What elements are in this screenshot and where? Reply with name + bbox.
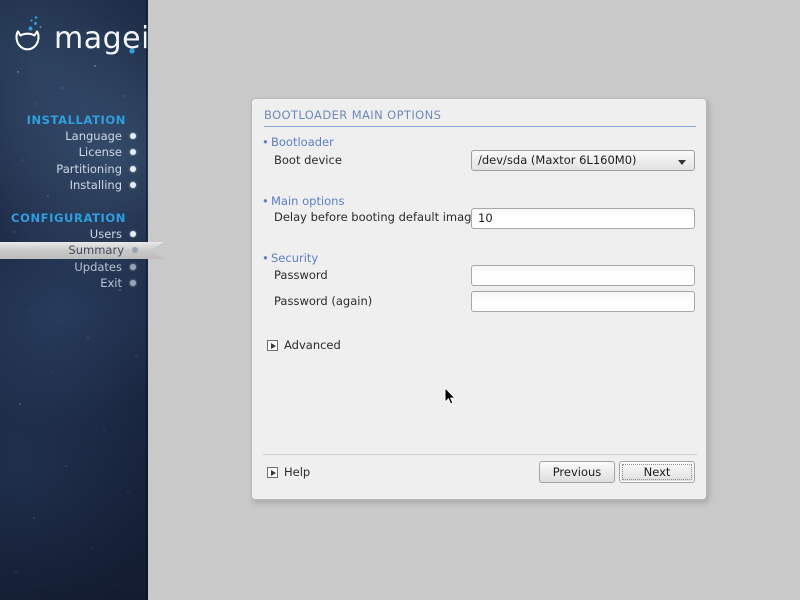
- bullet-icon: •: [262, 135, 269, 149]
- bullet-dot-icon: [132, 247, 138, 253]
- boot-device-label: Boot device: [274, 153, 342, 167]
- sidebar-item-label: Summary: [68, 243, 124, 257]
- sidebar-item-label: Updates: [74, 260, 122, 274]
- bullet-dot-icon: [130, 133, 136, 139]
- mageia-cauldron-icon: [15, 16, 42, 51]
- starfield-decoration: [13, 29, 141, 585]
- sidebar-item-updates[interactable]: Updates: [0, 259, 148, 275]
- sidebar-item-partitioning[interactable]: Partitioning: [0, 161, 148, 177]
- installer-screen: mageia INSTALLATION Language License Par…: [0, 0, 800, 600]
- bullet-icon: •: [262, 251, 269, 265]
- boot-device-value: /dev/sda (Maxtor 6L160M0): [478, 153, 637, 167]
- bullet-dot-icon: [130, 280, 136, 286]
- sidebar: mageia INSTALLATION Language License Par…: [0, 0, 148, 600]
- previous-button[interactable]: Previous: [539, 461, 615, 483]
- sidebar-item-installing[interactable]: Installing: [0, 177, 148, 193]
- sidebar-item-summary[interactable]: Summary: [0, 242, 164, 259]
- advanced-toggle-label[interactable]: Advanced: [284, 338, 341, 352]
- boot-delay-value: 10: [478, 211, 493, 225]
- logo-accent-dot-icon: [129, 48, 135, 54]
- previous-button-label: Previous: [552, 465, 602, 479]
- sidebar-item-label: Exit: [100, 276, 122, 290]
- page-title: BOOTLOADER MAIN OPTIONS: [264, 108, 442, 122]
- bullet-dot-icon: [130, 231, 136, 237]
- password-again-input[interactable]: [471, 291, 695, 312]
- sidebar-item-users[interactable]: Users: [0, 226, 148, 242]
- sidebar-edge-divider: [146, 0, 148, 600]
- sidebar-heading-configuration: CONFIGURATION: [11, 211, 126, 225]
- sidebar-item-language[interactable]: Language: [0, 128, 148, 144]
- group-heading-label: Security: [271, 251, 319, 265]
- password-label: Password: [274, 268, 328, 282]
- sidebar-item-label: License: [78, 145, 122, 159]
- sidebar-item-label: Partitioning: [56, 162, 122, 176]
- group-heading-bootloader: • Bootloader: [262, 135, 334, 149]
- help-button[interactable]: Help: [284, 465, 310, 479]
- sidebar-item-label: Users: [89, 227, 122, 241]
- mageia-logo: mageia: [12, 13, 148, 63]
- sidebar-heading-installation: INSTALLATION: [26, 113, 126, 127]
- sidebar-item-label: Installing: [69, 178, 122, 192]
- chevron-down-icon: [678, 160, 686, 165]
- expand-triangle-icon[interactable]: [267, 340, 278, 351]
- next-button[interactable]: Next: [619, 461, 695, 483]
- boot-delay-label: Delay before booting default image: [274, 210, 479, 224]
- focus-ring: [622, 464, 692, 480]
- bootloader-options-dialog: BOOTLOADER MAIN OPTIONS • Bootloader Boot…: [251, 98, 707, 500]
- password-input[interactable]: [471, 265, 695, 286]
- bullet-dot-icon: [130, 264, 136, 270]
- sidebar-item-label: Language: [65, 129, 122, 143]
- group-heading-label: Bootloader: [271, 135, 334, 149]
- password-again-label: Password (again): [274, 294, 373, 308]
- group-heading-security: • Security: [262, 251, 318, 265]
- bullet-dot-icon: [130, 182, 136, 188]
- bullet-dot-icon: [130, 166, 136, 172]
- sidebar-item-exit[interactable]: Exit: [0, 275, 148, 291]
- title-divider: [264, 126, 696, 127]
- group-heading-label: Main options: [271, 194, 345, 208]
- bullet-icon: •: [262, 194, 269, 208]
- footer-divider: [263, 454, 697, 455]
- group-heading-main-options: • Main options: [262, 194, 344, 208]
- bullet-dot-icon: [130, 149, 136, 155]
- sidebar-item-license[interactable]: License: [0, 144, 148, 160]
- expand-triangle-icon[interactable]: [267, 467, 278, 478]
- boot-delay-input[interactable]: 10: [471, 208, 695, 229]
- boot-device-select[interactable]: /dev/sda (Maxtor 6L160M0): [471, 150, 695, 171]
